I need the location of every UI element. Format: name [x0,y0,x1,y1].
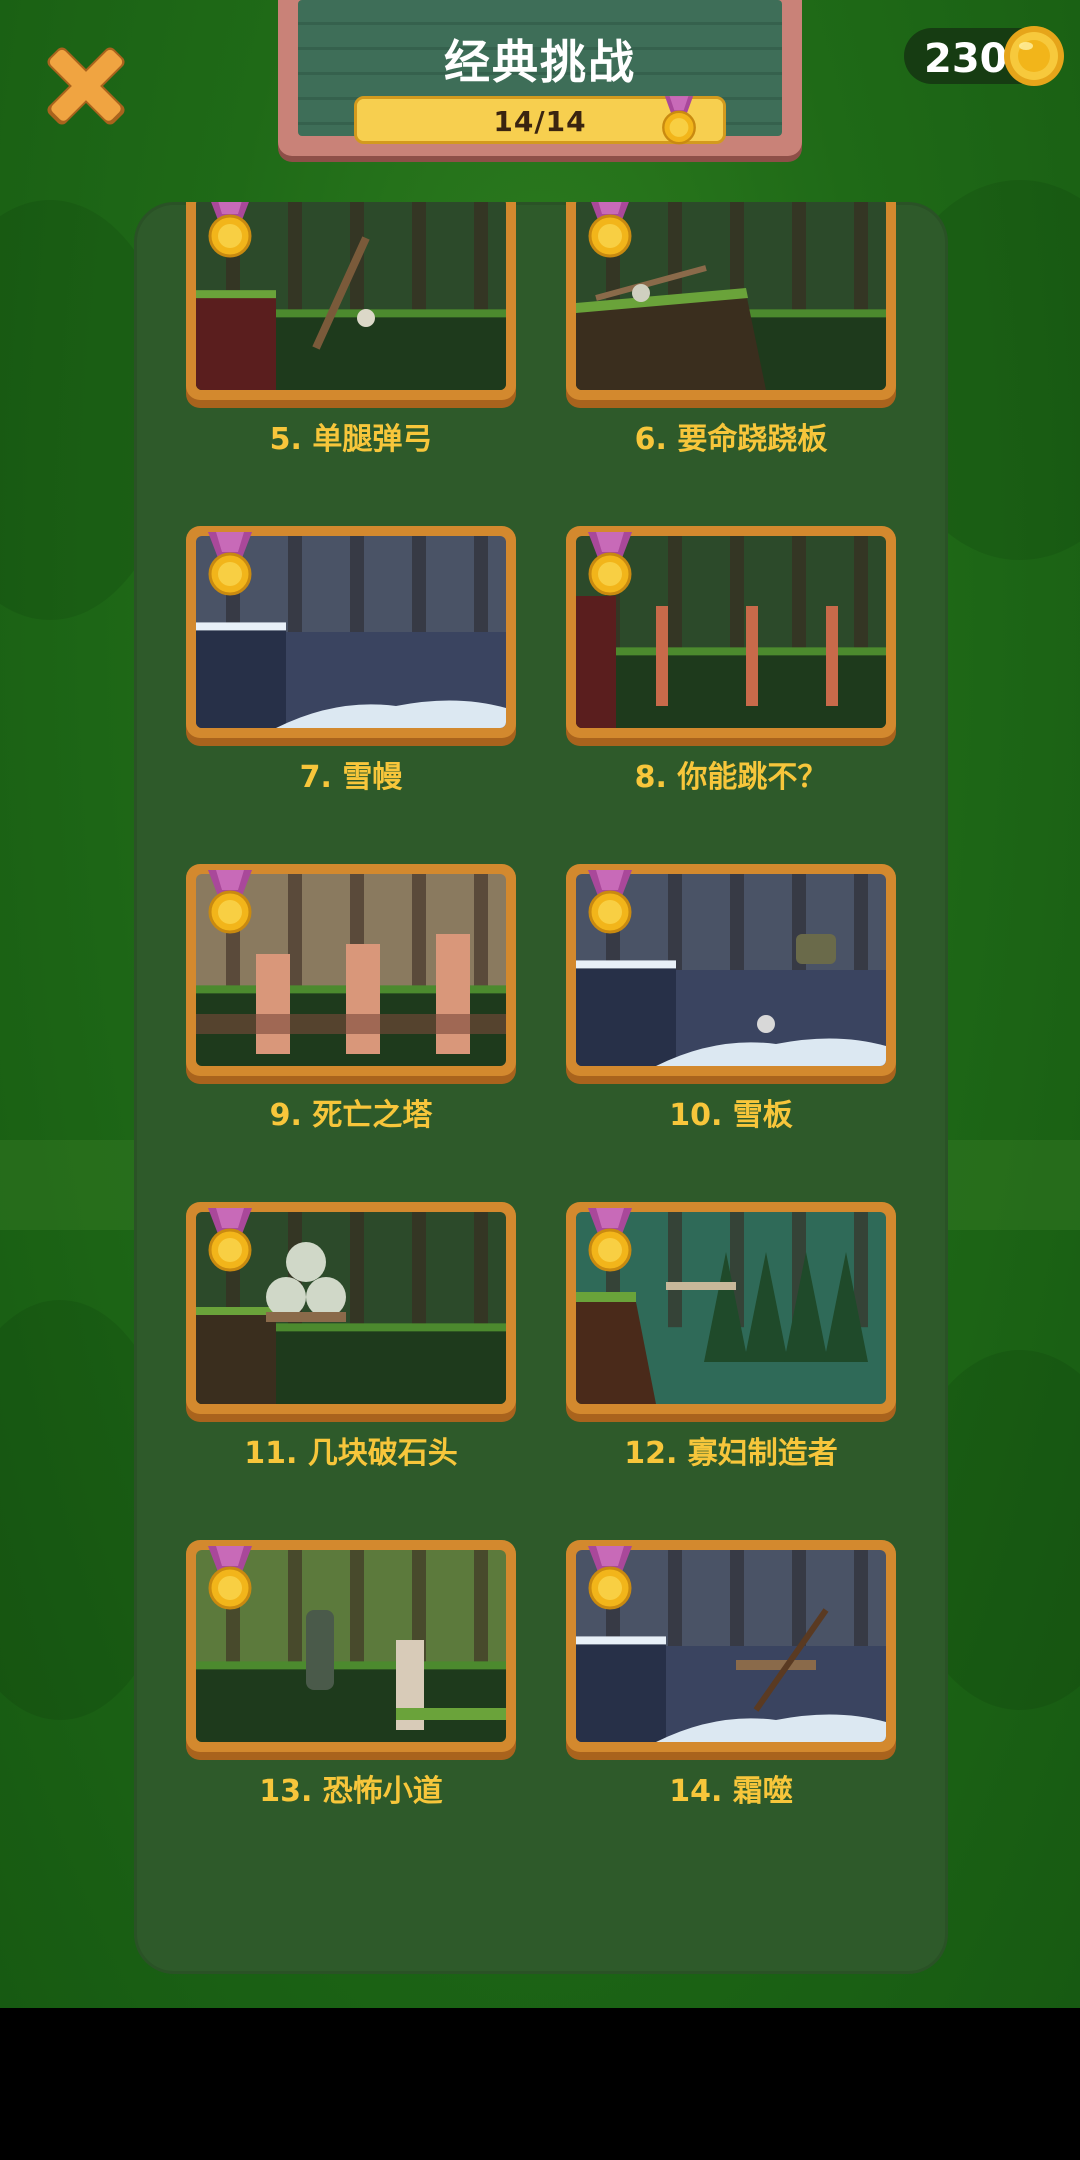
level-card[interactable] [566,1540,896,1752]
level-title: 5. 单腿弹弓 [269,422,433,457]
level-thumbnail-frame [566,864,896,1076]
medal-icon [208,532,252,596]
medal-icon [662,96,696,145]
level-card[interactable] [566,1202,896,1414]
coin-icon [1004,26,1064,86]
medal-icon [588,532,632,596]
level-thumbnail-frame [186,526,516,738]
level-thumbnail-frame [566,526,896,738]
close-icon [47,47,125,125]
level-thumbnail-frame [566,1202,896,1414]
medal-icon [208,202,252,258]
level-card[interactable] [186,1540,516,1752]
level-card[interactable] [566,864,896,1076]
level-title: 6. 要命跷跷板 [634,422,828,457]
progress-bar: 14/14 [354,96,726,145]
medal-icon [588,202,632,258]
coin-count: 230 [924,36,1008,82]
level-card[interactable] [186,526,516,738]
medal-icon [588,1208,632,1272]
level-title: 8. 你能跳不？ [634,760,828,795]
level-title: 9. 死亡之塔 [269,1098,433,1133]
level-title: 10. 雪板 [669,1098,793,1133]
level-thumbnail-frame [186,1540,516,1752]
close-button[interactable] [38,38,134,134]
level-list-panel[interactable]: 5. 单腿弹弓 6. 要命跷跷板 7. 雪幔 8. 你能跳不？ 9. 死亡之塔 … [134,202,948,1974]
system-navigation-bar [0,2008,1080,2160]
medal-icon [588,1546,632,1610]
level-title: 7. 雪幔 [299,760,403,795]
level-card[interactable] [566,526,896,738]
level-thumbnail-frame [566,202,896,400]
level-thumbnail-frame [186,202,516,400]
level-card[interactable] [186,1202,516,1414]
level-card[interactable] [186,864,516,1076]
game-screen: 经典挑战 14/14 230 5. 单腿弹弓 6. 要命跷跷板 7. 雪幔 8.… [0,0,1080,2008]
medal-icon [208,1208,252,1272]
level-thumbnail-frame [186,1202,516,1414]
medal-icon [588,870,632,934]
title-board-inner: 经典挑战 14/14 [298,0,782,145]
level-card[interactable] [186,202,516,400]
medal-icon [208,870,252,934]
level-title: 11. 几块破石头 [244,1436,458,1471]
level-title: 12. 寡妇制造者 [624,1436,838,1471]
coin-counter: 230 [904,26,1064,86]
level-thumbnail-frame [186,864,516,1076]
page-title: 经典挑战 [444,35,636,89]
level-title: 14. 霜噬 [669,1774,793,1809]
level-title: 13. 恐怖小道 [259,1774,443,1809]
level-thumbnail-frame [566,1540,896,1752]
title-board: 经典挑战 14/14 [278,0,802,156]
level-card[interactable] [566,202,896,400]
medal-icon [208,1546,252,1610]
